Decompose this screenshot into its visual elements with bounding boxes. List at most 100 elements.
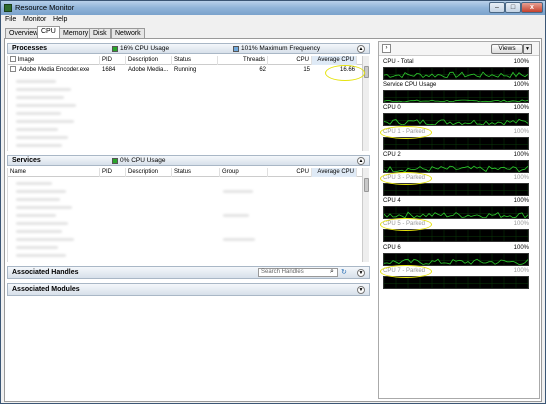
list-item — [16, 120, 74, 123]
window-title: Resource Monitor — [15, 3, 75, 12]
col-image[interactable]: Image — [8, 56, 100, 65]
services-usage-text: 0% CPU Usage — [120, 157, 166, 164]
search-handles-input[interactable]: Search Handles — [258, 268, 338, 277]
list-item — [223, 214, 249, 217]
col-cpu[interactable]: CPU — [268, 56, 312, 65]
graph-area — [383, 252, 529, 266]
expand-icon[interactable]: ▼ — [357, 269, 365, 277]
scrollbar-thumb[interactable] — [364, 178, 369, 192]
graph-percent: 100% — [513, 128, 529, 135]
search-icon[interactable]: ⌕ — [330, 268, 334, 276]
highlight-parked-label — [380, 172, 432, 185]
list-item — [16, 230, 62, 233]
services-cpu-usage: 0% CPU Usage — [112, 157, 166, 164]
minimize-button[interactable]: – — [489, 2, 505, 13]
menu-bar: File Monitor Help — [1, 15, 545, 26]
services-column-headers: Name PID Description Status Group CPU Av… — [8, 168, 363, 177]
col-status[interactable]: Status — [172, 168, 220, 177]
graph-area — [383, 90, 529, 104]
list-item — [16, 206, 72, 209]
cpu-tab-content: Processes 16% CPU Usage 101% Maximum Fre… — [4, 38, 542, 402]
menu-monitor[interactable]: Monitor — [23, 16, 46, 23]
handles-header[interactable]: Associated Handles Search Handles ⌕ ↻ ▼ — [7, 266, 370, 279]
services-scrollbar[interactable] — [362, 168, 369, 262]
green-square-icon — [112, 157, 118, 164]
graph-percent: 100% — [513, 198, 529, 205]
list-item — [16, 104, 76, 107]
tab-network[interactable]: Network — [111, 28, 145, 38]
list-item — [16, 136, 68, 139]
col-cpu[interactable]: CPU — [268, 168, 312, 177]
title-bar: Resource Monitor – □ x — [1, 1, 545, 15]
maximize-button[interactable]: □ — [505, 2, 521, 13]
views-button[interactable]: Views — [491, 44, 523, 54]
select-all-checkbox[interactable] — [10, 56, 16, 63]
menu-help[interactable]: Help — [53, 16, 67, 23]
graph-percent: 100% — [513, 267, 529, 274]
expand-icon[interactable]: ▼ — [357, 286, 365, 294]
list-item — [16, 246, 58, 249]
highlight-average-cpu — [325, 65, 365, 81]
graph-percent: 100% — [513, 82, 529, 89]
tab-memory[interactable]: Memory — [59, 28, 93, 38]
highlight-parked-label — [380, 125, 432, 139]
services-table: Name PID Description Status Group CPU Av… — [7, 168, 363, 262]
list-item — [16, 214, 56, 217]
graph-label: CPU 2 — [383, 151, 401, 158]
graph-area — [383, 113, 529, 127]
processes-max-frequency: 101% Maximum Frequency — [233, 45, 320, 52]
graph-area — [383, 159, 529, 173]
collapse-icon[interactable]: ▲ — [357, 157, 365, 165]
list-item — [16, 182, 52, 185]
resource-monitor-window: Resource Monitor – □ x File Monitor Help… — [0, 0, 546, 404]
chevron-down-icon[interactable]: ▼ — [523, 44, 532, 54]
col-status[interactable]: Status — [172, 56, 218, 65]
cell-status: Running — [174, 67, 197, 73]
menu-file[interactable]: File — [5, 16, 16, 23]
tab-disk[interactable]: Disk — [89, 28, 111, 38]
blue-square-icon — [233, 45, 239, 52]
list-item — [16, 80, 56, 83]
modules-header[interactable]: Associated Modules ▼ — [7, 283, 370, 296]
list-item — [16, 96, 64, 99]
col-image-label: Image — [17, 57, 35, 63]
services-header[interactable]: Services 0% CPU Usage ▲ — [7, 155, 370, 166]
processes-header[interactable]: Processes 16% CPU Usage 101% Maximum Fre… — [7, 43, 370, 54]
col-average-cpu[interactable]: Average CPU — [312, 56, 357, 65]
refresh-icon[interactable]: ↻ — [341, 268, 347, 276]
graphs-toolbar: › Views ▼ — [379, 42, 539, 56]
col-description[interactable]: Description — [126, 56, 172, 65]
graph-percent: 100% — [513, 175, 529, 181]
services-title: Services — [12, 157, 41, 164]
cell-pid: 1684 — [102, 67, 116, 73]
row-checkbox[interactable] — [10, 66, 16, 75]
col-pid[interactable]: PID — [100, 168, 126, 177]
close-button[interactable]: x — [521, 2, 543, 13]
list-item — [16, 238, 74, 241]
graph-percent: 100% — [513, 221, 529, 228]
processes-column-headers: Image PID Description Status Threads CPU… — [8, 56, 363, 65]
tab-cpu[interactable]: CPU — [37, 26, 60, 38]
col-group[interactable]: Group — [220, 168, 268, 177]
col-name[interactable]: Name — [8, 168, 100, 177]
col-pid[interactable]: PID — [100, 56, 126, 65]
col-description[interactable]: Description — [126, 168, 172, 177]
search-placeholder: Search Handles — [261, 269, 304, 275]
graph-percent: 100% — [513, 105, 529, 112]
graph-area — [383, 229, 529, 243]
table-row[interactable]: Adobe Media Encoder.exe 1684 Adobe Media… — [8, 66, 363, 75]
list-item — [16, 88, 71, 91]
tab-bar: Overview CPU Memory Disk Network — [1, 26, 545, 38]
col-threads[interactable]: Threads — [218, 56, 268, 65]
expand-pane-icon[interactable]: › — [382, 44, 391, 53]
col-average-cpu[interactable]: Average CPU — [312, 168, 357, 177]
handles-title: Associated Handles — [12, 269, 79, 276]
graph-area — [383, 206, 529, 220]
graph-label: CPU 4 — [383, 198, 401, 205]
cell-threads: 62 — [259, 67, 266, 73]
list-item — [16, 144, 62, 147]
modules-title: Associated Modules — [12, 286, 80, 293]
graph-area — [383, 67, 529, 80]
collapse-icon[interactable]: ▲ — [357, 45, 365, 53]
list-item — [16, 198, 60, 201]
